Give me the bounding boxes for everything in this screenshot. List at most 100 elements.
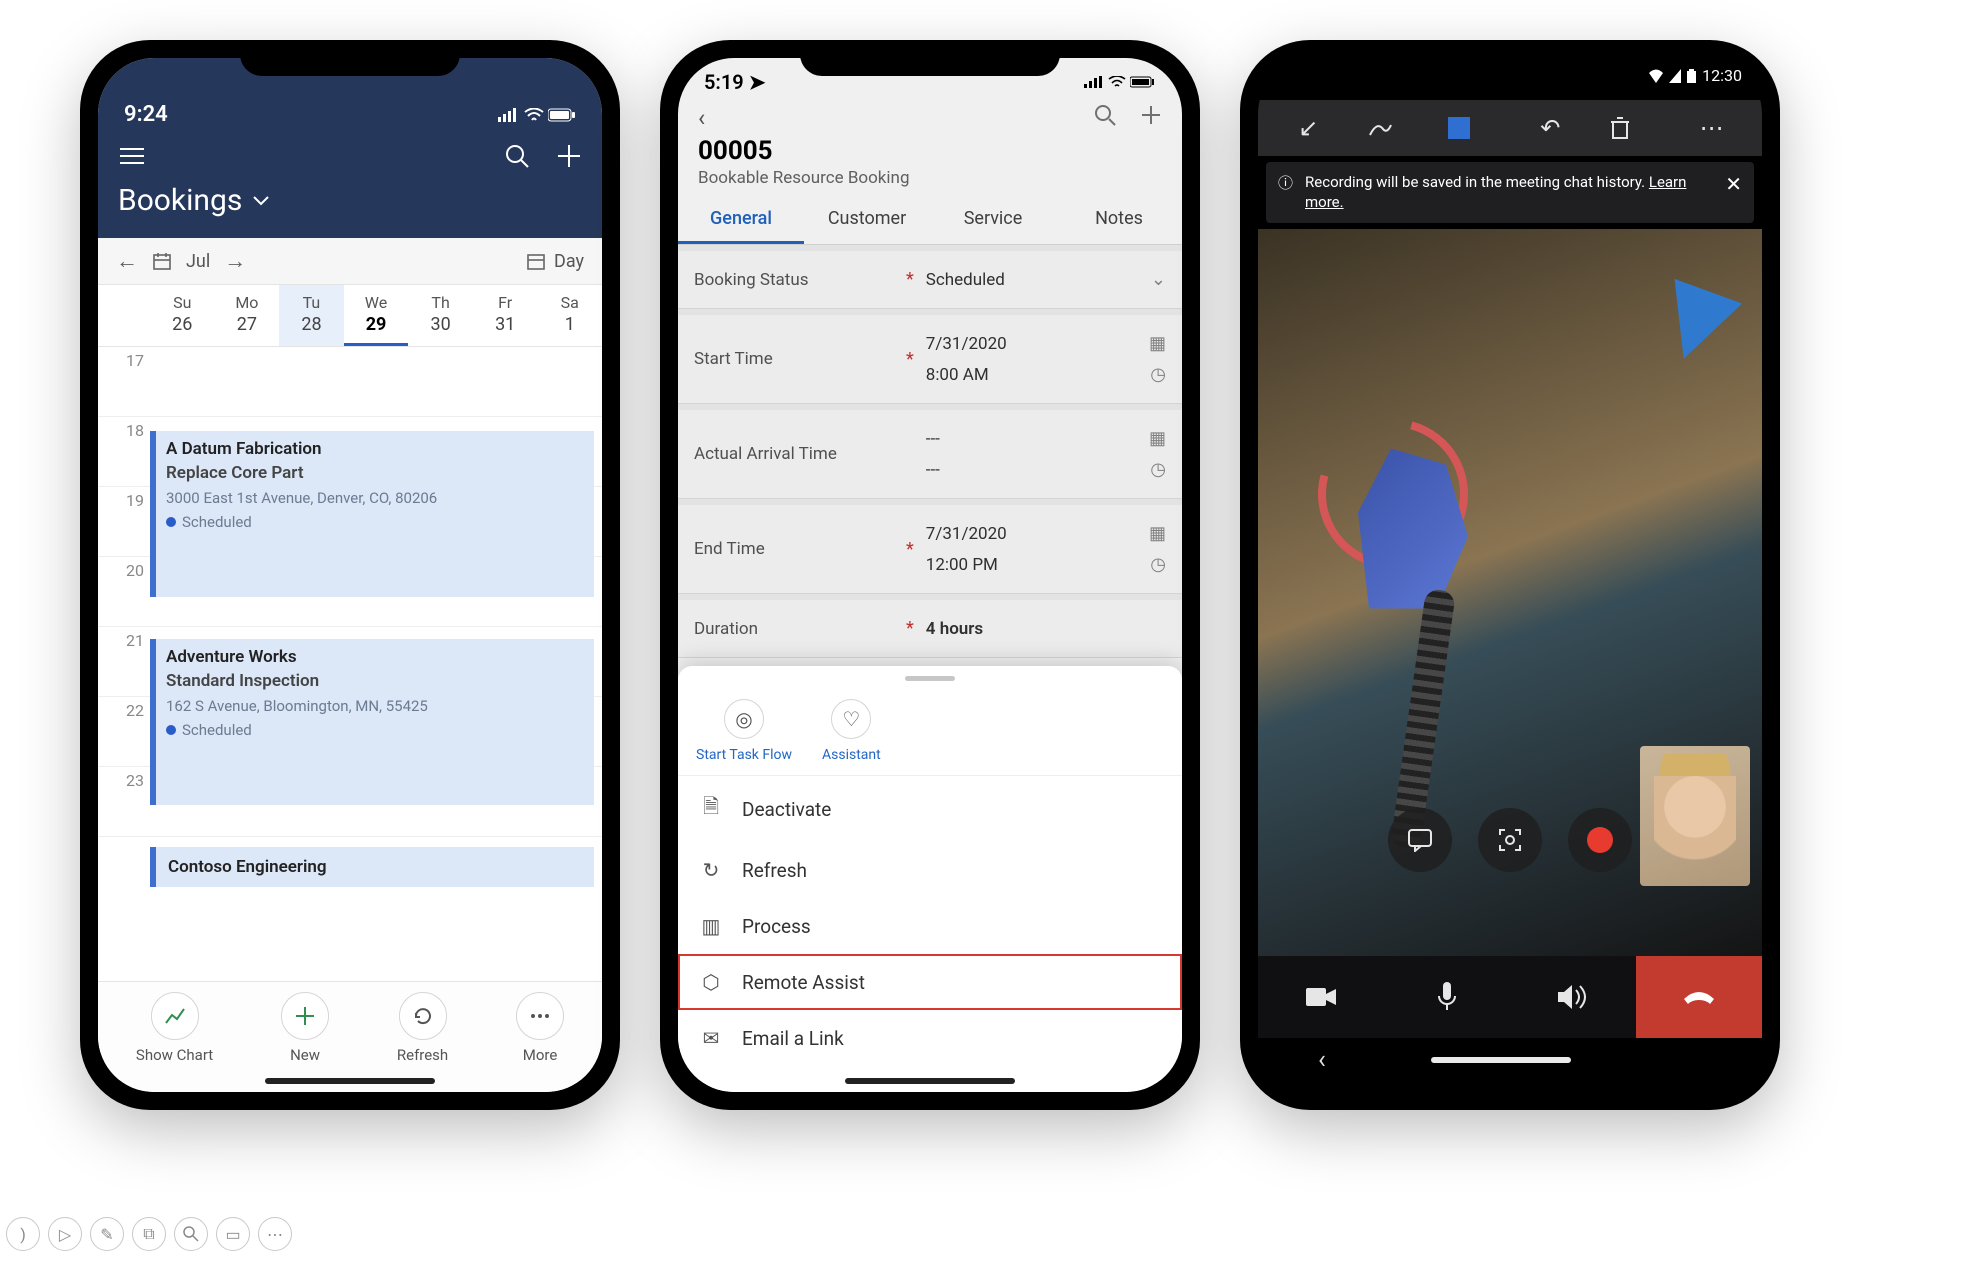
phone-bookings: 9:24	[80, 40, 620, 1110]
nav-mode[interactable]: Day	[554, 251, 584, 272]
phone-record: 5:19 ➤ ‹ 00005 Bookable Resource Booking	[660, 40, 1200, 1110]
camera-toggle-button[interactable]	[1258, 956, 1384, 1038]
self-view-thumbnail[interactable]	[1640, 746, 1750, 886]
email-link-button[interactable]: ✉ Email a Link	[678, 1010, 1182, 1066]
home-pill[interactable]	[1431, 1057, 1571, 1063]
bottom-command-bar: Show Chart New Refresh More	[98, 981, 602, 1092]
battery-icon	[548, 108, 576, 122]
record-button[interactable]	[1568, 808, 1632, 872]
refresh-button[interactable]: ↻ Refresh	[678, 842, 1182, 898]
android-nav-bar: ‹	[1258, 1038, 1762, 1092]
menu-icon[interactable]	[118, 146, 146, 166]
prev-arrow-icon[interactable]: ←	[116, 248, 138, 274]
remote-assist-button[interactable]: ⬡ Remote Assist	[678, 954, 1182, 1010]
more-icon[interactable]: ⋯	[258, 1217, 292, 1251]
pencil-icon[interactable]: ✎	[90, 1217, 124, 1251]
signal-icon	[1669, 69, 1681, 83]
scan-button[interactable]	[1478, 808, 1542, 872]
copy-icon[interactable]: ⧉	[132, 1217, 166, 1251]
next-arrow-icon[interactable]: →	[224, 248, 246, 274]
new-button[interactable]: New	[281, 992, 329, 1064]
banner-text: Recording will be saved in the meeting c…	[1305, 173, 1645, 191]
home-indicator[interactable]	[845, 1078, 1015, 1084]
minimize-icon[interactable]: ↙	[1286, 114, 1330, 142]
chat-button[interactable]	[1388, 808, 1452, 872]
action-sheet: ◎ Start Task Flow ♡ Assistant 🗎 Deactiva…	[678, 666, 1182, 1092]
status-time: 9:24	[124, 102, 168, 127]
booking-event[interactable]: Contoso Engineering	[150, 847, 594, 887]
process-icon: ▥	[698, 914, 724, 938]
play-icon[interactable]: ▷	[48, 1217, 82, 1251]
chevron-down-icon	[252, 195, 270, 207]
info-icon: ⓘ	[1278, 172, 1293, 193]
more-button[interactable]: More	[516, 992, 564, 1064]
page-title: Bookings	[118, 183, 242, 218]
day-col-selected[interactable]: We29	[344, 285, 409, 346]
status-bar: 9:24	[98, 102, 602, 135]
sheet-handle[interactable]	[905, 676, 955, 681]
recording-banner: ⓘ Recording will be saved in the meeting…	[1266, 162, 1754, 223]
color-picker[interactable]	[1448, 117, 1492, 139]
status-dot-icon	[166, 725, 176, 735]
back-icon[interactable]: ‹	[1318, 1045, 1326, 1075]
phone-screen: 12:30 ↙ ↶ ⋯ ⓘ Recording will be saved in…	[1258, 58, 1762, 1092]
refresh-icon: ↻	[698, 858, 724, 882]
event-address: 3000 East 1st Avenue, Denver, CO, 80206	[166, 489, 584, 507]
phone-remote-assist-call: 12:30 ↙ ↶ ⋯ ⓘ Recording will be saved in…	[1240, 40, 1780, 1110]
lightbulb-icon: ♡	[831, 699, 871, 739]
undo-icon[interactable]: ↶	[1528, 114, 1572, 142]
day-col[interactable]: Mo27	[215, 285, 280, 346]
tool-circle-1[interactable]: )	[6, 1217, 40, 1251]
screen-icon[interactable]: ▭	[216, 1217, 250, 1251]
day-col[interactable]: Su26	[150, 285, 215, 346]
speaker-button[interactable]	[1510, 956, 1636, 1038]
phone-notch	[1410, 40, 1610, 70]
deactivate-button[interactable]: 🗎 Deactivate	[678, 776, 1182, 842]
event-address: 162 S Avenue, Bloomington, MN, 55425	[166, 697, 584, 715]
event-title: Contoso Engineering	[168, 857, 582, 877]
draw-icon[interactable]	[1367, 115, 1411, 141]
day-col[interactable]: Tu28	[279, 285, 344, 346]
event-status: Scheduled	[166, 513, 584, 531]
day-col[interactable]: Fr31	[473, 285, 538, 346]
event-title: A Datum Fabrication	[166, 439, 584, 459]
refresh-button[interactable]: Refresh	[397, 992, 448, 1064]
days-header: Su26 Mo27 Tu28 We29 Th30 Fr31 Sa1	[98, 285, 602, 347]
home-indicator[interactable]	[265, 1078, 435, 1084]
close-icon[interactable]: ✕	[1725, 172, 1742, 196]
calendar-icon	[526, 251, 546, 271]
android-status: 12:30	[1649, 66, 1742, 85]
booking-event[interactable]: Adventure Works Standard Inspection 162 …	[150, 639, 594, 805]
annotation-arrow	[1650, 278, 1742, 370]
delete-icon[interactable]	[1609, 116, 1653, 140]
zoom-icon[interactable]	[174, 1217, 208, 1251]
event-status: Scheduled	[166, 721, 584, 739]
assistant-button[interactable]: ♡ Assistant	[822, 699, 881, 763]
day-col[interactable]: Th30	[408, 285, 473, 346]
calendar-body[interactable]: 17 18 19 20 21 22 23 A Datum Fabrication…	[98, 347, 602, 981]
app-header: 9:24	[98, 58, 602, 238]
start-taskflow-button[interactable]: ◎ Start Task Flow	[696, 699, 792, 763]
search-icon[interactable]	[504, 143, 530, 169]
phone-notch	[240, 40, 460, 76]
nav-month[interactable]: Jul	[186, 251, 210, 272]
process-button[interactable]: ▥ Process	[678, 898, 1182, 954]
phone-screen: 9:24	[98, 58, 602, 1092]
chart-icon	[151, 992, 199, 1040]
mic-toggle-button[interactable]	[1384, 956, 1510, 1038]
page-title-row[interactable]: Bookings	[98, 183, 602, 238]
add-icon[interactable]	[556, 143, 582, 169]
hangup-button[interactable]	[1636, 956, 1762, 1038]
wifi-icon	[524, 108, 544, 122]
show-chart-button[interactable]: Show Chart	[136, 992, 213, 1064]
annotation-toolbar: ↙ ↶ ⋯	[1258, 100, 1762, 156]
refresh-icon	[399, 992, 447, 1040]
more-icon[interactable]: ⋯	[1690, 114, 1734, 142]
target-icon: ◎	[724, 699, 764, 739]
calendar-nav: ← Jul → Day	[98, 238, 602, 285]
phone-screen: 5:19 ➤ ‹ 00005 Bookable Resource Booking	[678, 58, 1182, 1092]
record-dot-icon	[1587, 827, 1613, 853]
day-col[interactable]: Sa1	[537, 285, 602, 346]
booking-event[interactable]: A Datum Fabrication Replace Core Part 30…	[150, 431, 594, 597]
remote-assist-icon: ⬡	[698, 970, 724, 994]
